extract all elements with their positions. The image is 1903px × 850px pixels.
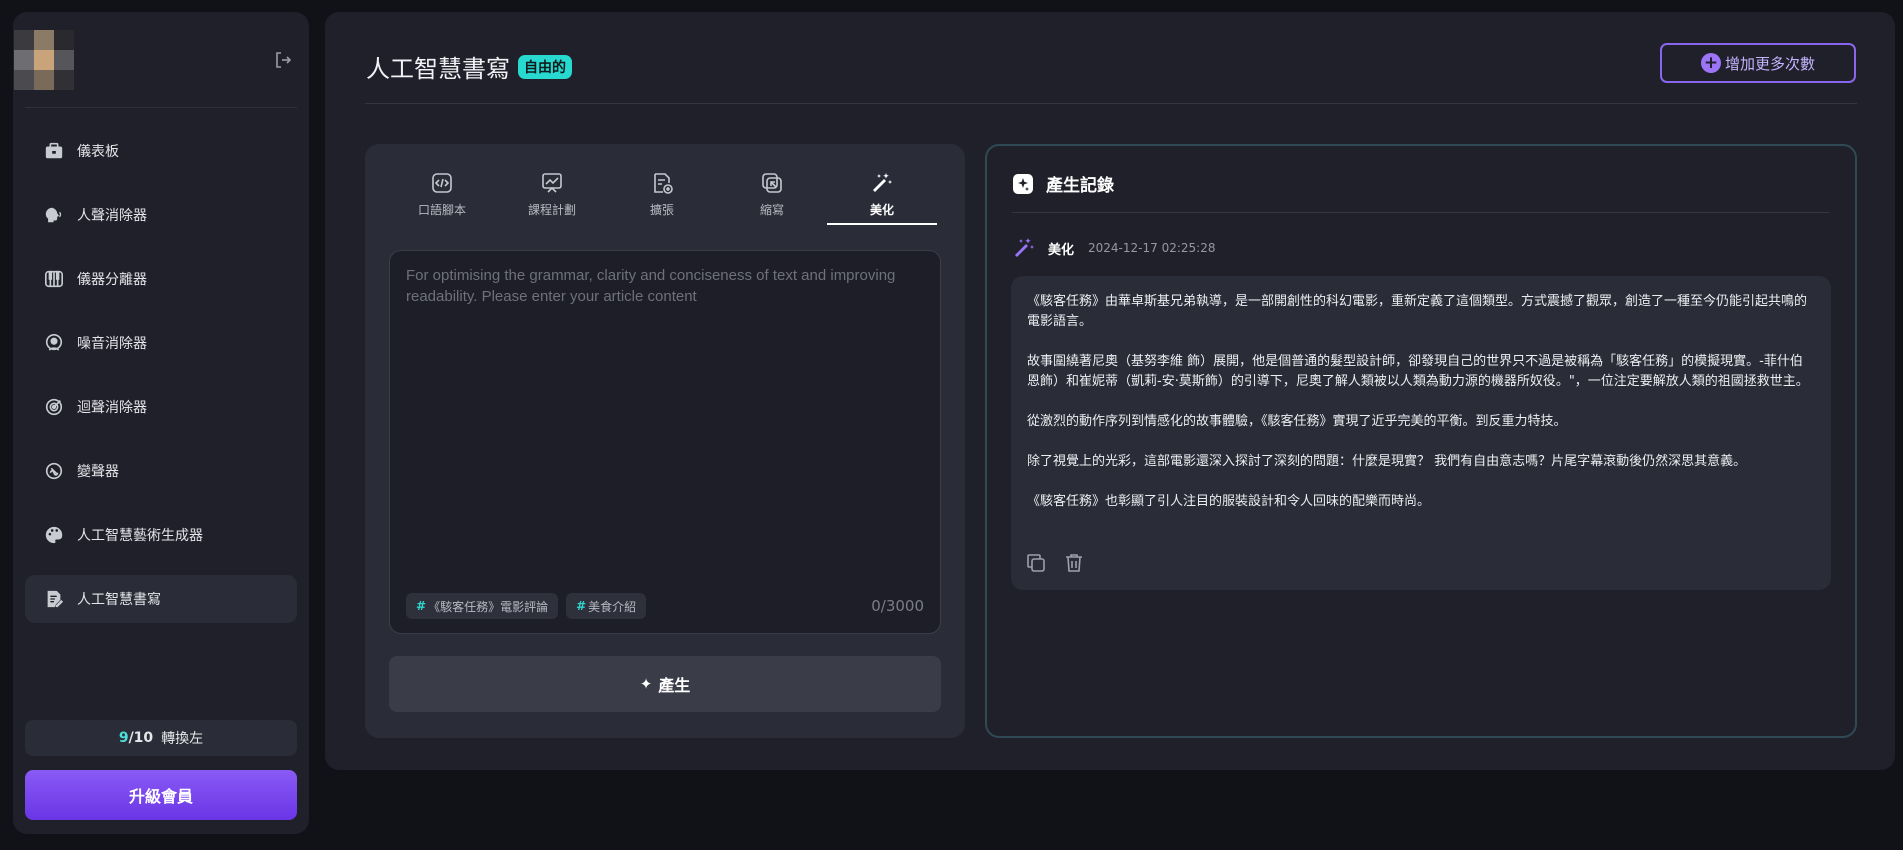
writing-mode-tabs: 口語腳本 課程計劃 擴張 縮寫 美化 (387, 164, 947, 225)
sidebar-item-label: 人工智慧書寫 (77, 592, 161, 608)
generate-label: 產生 (658, 676, 691, 695)
sidebar-item-label: 儀表板 (77, 144, 119, 160)
entry-paragraph: 除了視覺上的光彩，這部電影還深入探討了深刻的問題：什麼是現實？ 我們有自由意志嗎… (1027, 454, 1747, 469)
example-chips: # 《駭客任務》電影評論 # 美食介紹 (406, 593, 654, 619)
tab-label: 口語腳本 (417, 202, 466, 217)
chart-board-icon (540, 171, 564, 195)
credits-total: /10 (128, 730, 154, 746)
voice-icon (43, 204, 65, 226)
editor-card: 口語腳本 課程計劃 擴張 縮寫 美化 #《駭客任務》電影評論 (365, 144, 965, 738)
sidebar-nav: 儀表板 人聲消除器 儀器分離器 噪音消除器 迴聲消除器 變聲器 人工智慧藝術生成… (25, 127, 297, 639)
history-card: 產生記錄 美化 2024-12-17 02:25:28 《駭客任務》由華卓斯基兄… (985, 144, 1857, 738)
tab-label: 美化 (869, 202, 894, 217)
sidebar-item-instrument-separator[interactable]: 儀器分離器 (25, 255, 297, 303)
sidebar-item-voice-changer[interactable]: 變聲器 (25, 447, 297, 495)
history-title: 產生記錄 (1046, 176, 1114, 196)
hash-icon: # (576, 599, 587, 613)
sidebar-item-ai-art-generator[interactable]: 人工智慧藝術生成器 (25, 511, 297, 559)
history-entry-content: 《駭客任務》由華卓斯基兄弟執導，是一部開創性的科幻電影，重新定義了這個類型。方式… (1011, 276, 1831, 590)
sidebar-item-label: 變聲器 (77, 464, 119, 480)
history-divider (1012, 212, 1830, 213)
tab-beautify[interactable]: 美化 (827, 164, 937, 225)
logout-icon[interactable] (273, 50, 293, 70)
entry-paragraph: 故事圍繞著尼奧（基努李維 飾）展開，他是個普通的髮型設計師，卻發現自己的世界只不… (1027, 354, 1809, 389)
avatar[interactable] (14, 30, 74, 90)
sidebar-item-label: 儀器分離器 (77, 272, 147, 288)
header-divider (365, 103, 1857, 104)
sidebar-header (13, 12, 309, 108)
example-chip-matrix-review[interactable]: # 《駭客任務》電影評論 (406, 593, 559, 619)
tab-lesson-plan[interactable]: 課程計劃 (497, 164, 607, 224)
add-more-credits-label: 增加更多次數 (1724, 54, 1815, 73)
credits-used: 9 (118, 730, 129, 746)
code-file-icon (430, 171, 454, 195)
sidebar-item-label: 噪音消除器 (77, 336, 147, 352)
tab-spoken-script[interactable]: 口語腳本 (387, 164, 497, 224)
page-title: 人工智慧書寫 自由的 (366, 49, 572, 84)
piano-icon (43, 268, 65, 290)
page-title-text: 人工智慧書寫 (366, 55, 510, 83)
credits-counter: 9/10 轉換左 (25, 720, 297, 756)
chip-label: 《駭客任務》電影評論 (428, 599, 549, 614)
main-panel: 人工智慧書寫 自由的 + 增加更多次數 口語腳本 課程計劃 擴張 縮寫 美化 F… (325, 12, 1895, 770)
credits-unit: 轉換左 (161, 731, 204, 747)
sidebar-item-echo-remover[interactable]: 迴聲消除器 (25, 383, 297, 431)
tab-expand[interactable]: 擴張 (607, 164, 717, 224)
entry-paragraph: 《駭客任務》也彰顯了引人注目的服裝設計和令人回味的配樂而時尚。 (1027, 494, 1431, 509)
tab-abbreviate[interactable]: 縮寫 (717, 164, 827, 224)
sidebar-item-ai-writing[interactable]: 人工智慧書寫 (25, 575, 297, 623)
magic-wand-icon (870, 171, 894, 195)
article-input[interactable] (390, 251, 940, 571)
document-add-icon (650, 171, 674, 195)
sidebar-item-label: 人工智慧藝術生成器 (77, 528, 203, 544)
article-input-box: #《駭客任務》電影評論 #美食介紹 0/3000 (389, 250, 941, 634)
sidebar-item-noise-remover[interactable]: 噪音消除器 (25, 319, 297, 367)
character-counter: 0/3000 (871, 597, 924, 615)
tab-label: 縮寫 (759, 202, 784, 217)
sidebar-divider (25, 107, 297, 108)
history-entry-type: 美化 (1048, 242, 1075, 258)
history-icon (1012, 173, 1034, 195)
upgrade-button[interactable]: 升級會員 (25, 770, 297, 820)
magic-wand-icon (1012, 236, 1036, 260)
example-chip-food-intro[interactable]: # 美食介紹 (566, 593, 647, 619)
sidebar: 儀表板 人聲消除器 儀器分離器 噪音消除器 迴聲消除器 變聲器 人工智慧藝術生成… (13, 12, 309, 834)
palette-icon (43, 524, 65, 546)
plan-badge: 自由的 (518, 54, 572, 79)
copy-icon[interactable] (1025, 552, 1047, 574)
tab-label: 課程計劃 (527, 202, 576, 217)
plus-circle-icon: + (1700, 53, 1721, 73)
noise-icon (43, 332, 65, 354)
echo-icon (43, 396, 65, 418)
history-entry-meta: 美化 2024-12-17 02:25:28 (1012, 236, 1215, 260)
sidebar-item-label: 迴聲消除器 (77, 400, 147, 416)
sidebar-item-label: 人聲消除器 (77, 208, 147, 224)
sidebar-item-vocal-remover[interactable]: 人聲消除器 (25, 191, 297, 239)
voice-changer-icon (43, 460, 65, 482)
generate-button[interactable]: ✦ 產生 (389, 656, 941, 712)
briefcase-icon (43, 140, 65, 162)
writing-icon (43, 588, 65, 610)
tab-label: 擴張 (649, 202, 674, 217)
sparkle-icon: ✦ (639, 675, 653, 693)
trash-icon[interactable] (1063, 552, 1085, 574)
history-header: 產生記錄 (1012, 171, 1114, 196)
shrink-icon (760, 171, 784, 195)
history-entry-timestamp: 2024-12-17 02:25:28 (1088, 241, 1216, 255)
chip-label: 美食介紹 (588, 599, 637, 614)
sidebar-item-dashboard[interactable]: 儀表板 (25, 127, 297, 175)
entry-actions (1025, 552, 1101, 574)
add-more-credits-button[interactable]: + 增加更多次數 (1660, 43, 1856, 83)
entry-paragraph: 從激烈的動作序列到情感化的故事體驗，《駭客任務》實現了近乎完美的平衡。到反重力特… (1027, 414, 1567, 429)
entry-paragraph: 《駭客任務》由華卓斯基兄弟執導，是一部開創性的科幻電影，重新定義了這個類型。方式… (1027, 294, 1808, 329)
hash-icon: # (416, 599, 427, 613)
